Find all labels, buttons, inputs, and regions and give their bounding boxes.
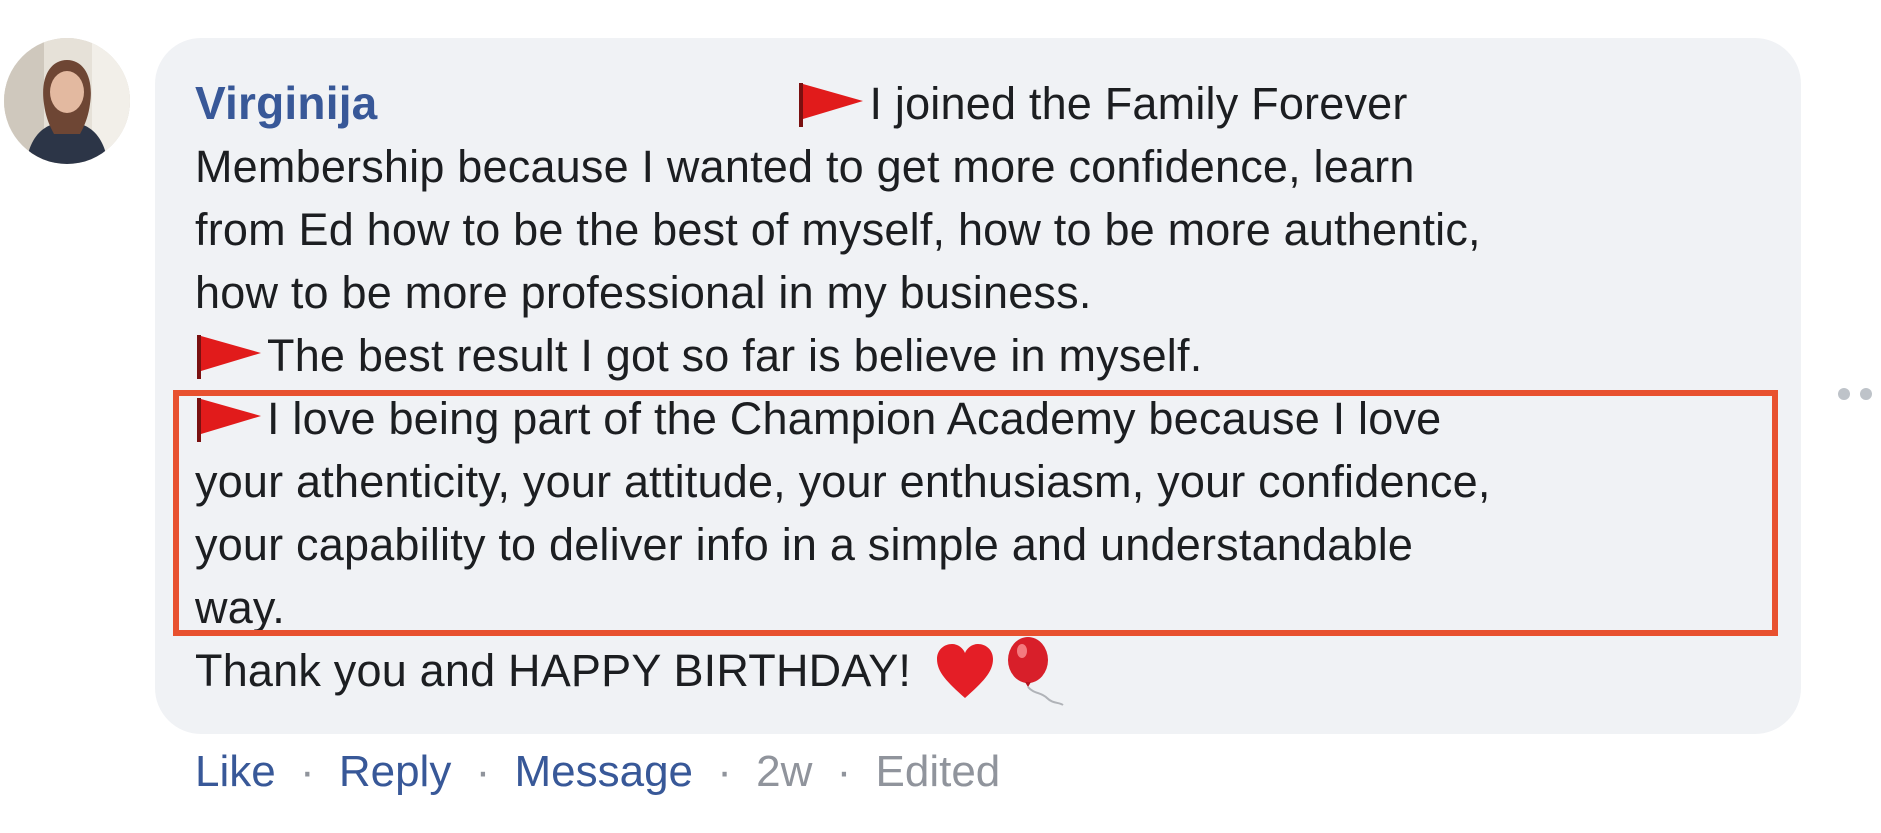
comment-text: from Ed how to be the best of myself, ho… bbox=[195, 204, 1481, 255]
like-link[interactable]: Like bbox=[195, 747, 276, 796]
highlight-box bbox=[173, 390, 1778, 636]
reply-link[interactable]: Reply bbox=[339, 747, 452, 796]
message-link[interactable]: Message bbox=[514, 747, 693, 796]
comment-line-10: Thank you and HAPPY BIRTHDAY! bbox=[195, 636, 1775, 706]
separator: · bbox=[717, 747, 732, 796]
comment-actions: Like · Reply · Message · 2w · Edited bbox=[195, 742, 1000, 802]
balloon-icon bbox=[1001, 636, 1067, 706]
comment-text: Membership because I wanted to get more … bbox=[195, 141, 1415, 192]
separator: · bbox=[475, 747, 491, 796]
avatar-photo bbox=[4, 38, 130, 164]
author-name[interactable]: Virginija bbox=[195, 72, 377, 135]
avatar[interactable] bbox=[4, 38, 130, 164]
comment-text: how to be more professional in my busine… bbox=[195, 267, 1092, 318]
comment-line-4: how to be more professional in my busine… bbox=[195, 261, 1775, 324]
comment-line-2: Membership because I wanted to get more … bbox=[195, 135, 1775, 198]
comment-line-5: The best result I got so far is believe … bbox=[195, 324, 1775, 387]
separator: · bbox=[299, 747, 315, 796]
comment-text: I joined the Family Forever bbox=[869, 78, 1408, 129]
red-heart-icon bbox=[935, 642, 995, 700]
red-flag-icon bbox=[195, 333, 265, 379]
comment-line-3: from Ed how to be the best of myself, ho… bbox=[195, 198, 1775, 261]
more-options-icon[interactable] bbox=[1838, 388, 1881, 402]
edited-label[interactable]: Edited bbox=[876, 747, 1001, 796]
comment-line-1: Virginija I joined the Family Forever bbox=[195, 72, 1775, 135]
red-flag-icon bbox=[797, 81, 867, 127]
separator: · bbox=[836, 747, 852, 796]
comment-text: Thank you and HAPPY BIRTHDAY! bbox=[195, 645, 912, 696]
comment-text: The best result I got so far is believe … bbox=[267, 330, 1203, 381]
timestamp[interactable]: 2w bbox=[756, 747, 812, 796]
